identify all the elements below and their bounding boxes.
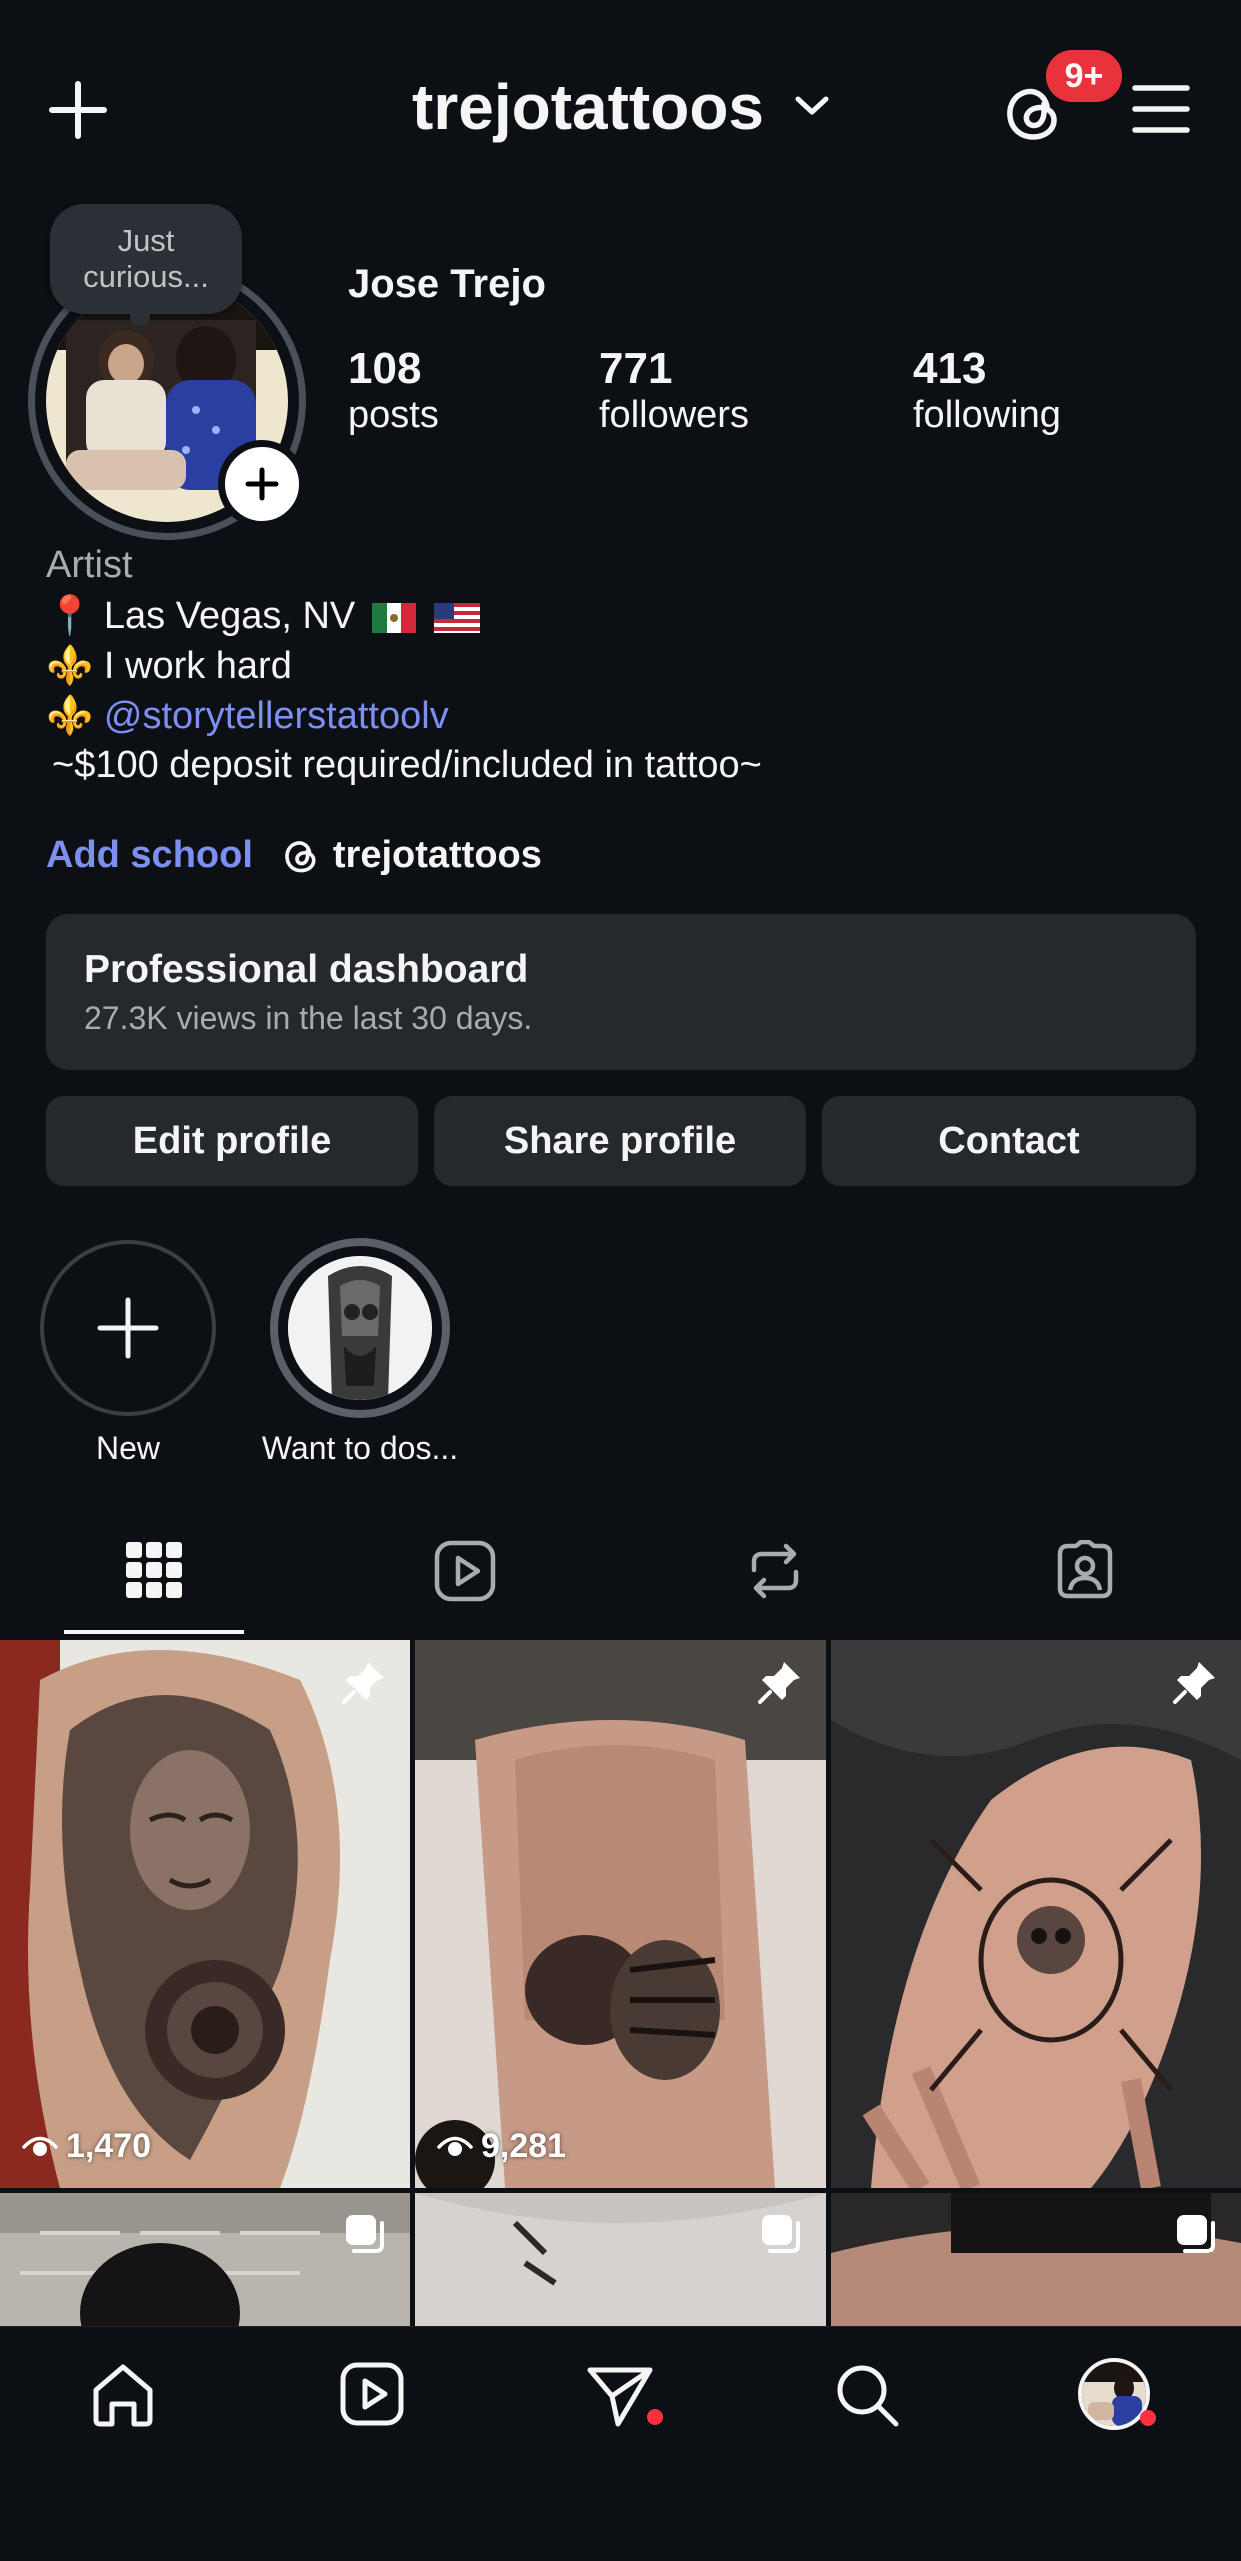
nav-messages[interactable] bbox=[586, 2362, 656, 2428]
plus-icon bbox=[97, 1297, 159, 1359]
grid-post[interactable] bbox=[831, 2193, 1241, 2326]
pin-icon bbox=[342, 1662, 384, 1704]
stat-number: 771 bbox=[599, 344, 673, 393]
highlight-label-new: New bbox=[95, 1430, 160, 1466]
note-bubble-tail bbox=[130, 306, 150, 326]
view-count-text: 9,281 bbox=[481, 2127, 567, 2165]
stat-number: 413 bbox=[913, 344, 987, 393]
dashboard-title: Professional dashboard bbox=[84, 948, 529, 991]
mexico-flag-icon bbox=[371, 602, 416, 633]
stat-followers[interactable]: 771 followers bbox=[599, 344, 749, 437]
note-text: Just curious... bbox=[83, 223, 209, 294]
note-bubble[interactable]: Just curious... bbox=[50, 204, 242, 314]
grid-post[interactable]: 9,281 bbox=[415, 1640, 826, 2188]
bio-line-shop: ⚜️ @storytellerstattoolv bbox=[46, 694, 449, 738]
reels-icon bbox=[434, 1540, 496, 1602]
pin-icon bbox=[1173, 1662, 1215, 1704]
stat-following[interactable]: 413 following bbox=[913, 344, 1061, 437]
tab-tagged[interactable] bbox=[1054, 1540, 1116, 1602]
eye-icon bbox=[437, 2136, 473, 2156]
grid-icon bbox=[126, 1542, 182, 1598]
post-thumbnail bbox=[0, 1640, 410, 2188]
plus-icon bbox=[245, 467, 279, 501]
professional-dashboard-card[interactable] bbox=[46, 914, 1196, 1070]
fleur-de-lis-emoji: ⚜️ bbox=[46, 645, 94, 687]
grid-post[interactable]: 1,470 bbox=[0, 1640, 410, 2188]
add-school-link[interactable]: Add school bbox=[46, 834, 253, 877]
grid-post[interactable] bbox=[415, 2193, 826, 2326]
chevron-down-icon[interactable] bbox=[795, 95, 829, 117]
bio-line-location: 📍 Las Vegas, NV bbox=[46, 594, 481, 638]
share-profile-button[interactable]: Share profile bbox=[434, 1096, 806, 1186]
eye-icon bbox=[22, 2136, 58, 2156]
profile-avatar-icon bbox=[1082, 2362, 1146, 2426]
notification-badge: 9+ bbox=[1046, 50, 1122, 102]
menu-button[interactable] bbox=[1132, 84, 1190, 134]
highlight-image bbox=[288, 1256, 432, 1400]
create-button[interactable] bbox=[48, 80, 108, 140]
account-switcher[interactable]: trejotattoos bbox=[412, 70, 764, 144]
view-count: 9,281 bbox=[437, 2127, 566, 2166]
reels-icon bbox=[340, 2362, 404, 2426]
tab-reels[interactable] bbox=[434, 1540, 496, 1602]
hamburger-menu-icon bbox=[1132, 85, 1190, 133]
carousel-icon bbox=[762, 2215, 800, 2253]
profile-notification-dot bbox=[1140, 2410, 1156, 2426]
highlight-cover[interactable] bbox=[288, 1256, 432, 1400]
add-story-button[interactable] bbox=[218, 440, 306, 528]
pin-icon bbox=[758, 1662, 800, 1704]
stat-posts[interactable]: 108 posts bbox=[348, 344, 439, 437]
dashboard-subtitle: 27.3K views in the last 30 days. bbox=[84, 1000, 533, 1036]
motto-text: I work hard bbox=[103, 645, 292, 687]
view-count-text: 1,470 bbox=[66, 2127, 152, 2165]
stat-number: 108 bbox=[348, 344, 422, 393]
carousel-icon bbox=[1177, 2215, 1215, 2253]
grid-post[interactable] bbox=[831, 1640, 1241, 2188]
nav-reels[interactable] bbox=[340, 2362, 404, 2426]
username-title: trejotattoos bbox=[412, 71, 764, 143]
stat-label: followers bbox=[599, 394, 749, 436]
nav-search[interactable] bbox=[834, 2362, 900, 2428]
highlight-label: Want to dos... bbox=[261, 1430, 459, 1466]
fleur-de-lis-emoji: ⚜️ bbox=[46, 695, 94, 737]
post-thumbnail bbox=[415, 1640, 826, 2188]
grid-post[interactable] bbox=[0, 2193, 410, 2326]
threads-profile-link[interactable]: trejotattoos bbox=[281, 834, 542, 877]
active-tab-indicator bbox=[64, 1630, 244, 1634]
tagged-icon bbox=[1057, 1540, 1113, 1599]
reposts-icon bbox=[751, 1543, 799, 1599]
usa-flag-icon bbox=[434, 602, 481, 633]
carousel-icon bbox=[346, 2215, 384, 2253]
profile-links-row: Add school trejotattoos bbox=[46, 834, 542, 877]
shop-mention-link[interactable]: @storytellerstattoolv bbox=[104, 695, 449, 737]
pin-emoji: 📍 bbox=[46, 595, 94, 637]
search-icon bbox=[837, 2365, 899, 2427]
messages-unread-dot bbox=[647, 2409, 663, 2425]
tab-reposts[interactable] bbox=[744, 1540, 806, 1602]
post-thumbnail bbox=[831, 1640, 1241, 2188]
bio-line-deposit: ~$100 deposit required/included in tatto… bbox=[52, 744, 762, 786]
threads-handle: trejotattoos bbox=[332, 834, 542, 876]
new-highlight-button[interactable] bbox=[40, 1240, 216, 1416]
threads-icon bbox=[285, 840, 316, 872]
home-icon bbox=[93, 2364, 153, 2427]
nav-home[interactable] bbox=[90, 2362, 156, 2428]
stat-label: posts bbox=[348, 394, 439, 436]
messages-icon bbox=[587, 2367, 653, 2427]
edit-profile-button[interactable]: Edit profile bbox=[46, 1096, 418, 1186]
view-count: 1,470 bbox=[22, 2127, 151, 2166]
bio-line-motto: ⚜️ I work hard bbox=[46, 644, 292, 688]
stat-label: following bbox=[913, 394, 1061, 436]
location-text: Las Vegas, NV bbox=[103, 595, 356, 637]
plus-icon bbox=[49, 81, 107, 139]
display-name: Jose Trejo bbox=[348, 262, 546, 306]
profile-category: Artist bbox=[46, 544, 133, 586]
contact-button[interactable]: Contact bbox=[822, 1096, 1196, 1186]
tab-grid[interactable] bbox=[124, 1540, 184, 1600]
